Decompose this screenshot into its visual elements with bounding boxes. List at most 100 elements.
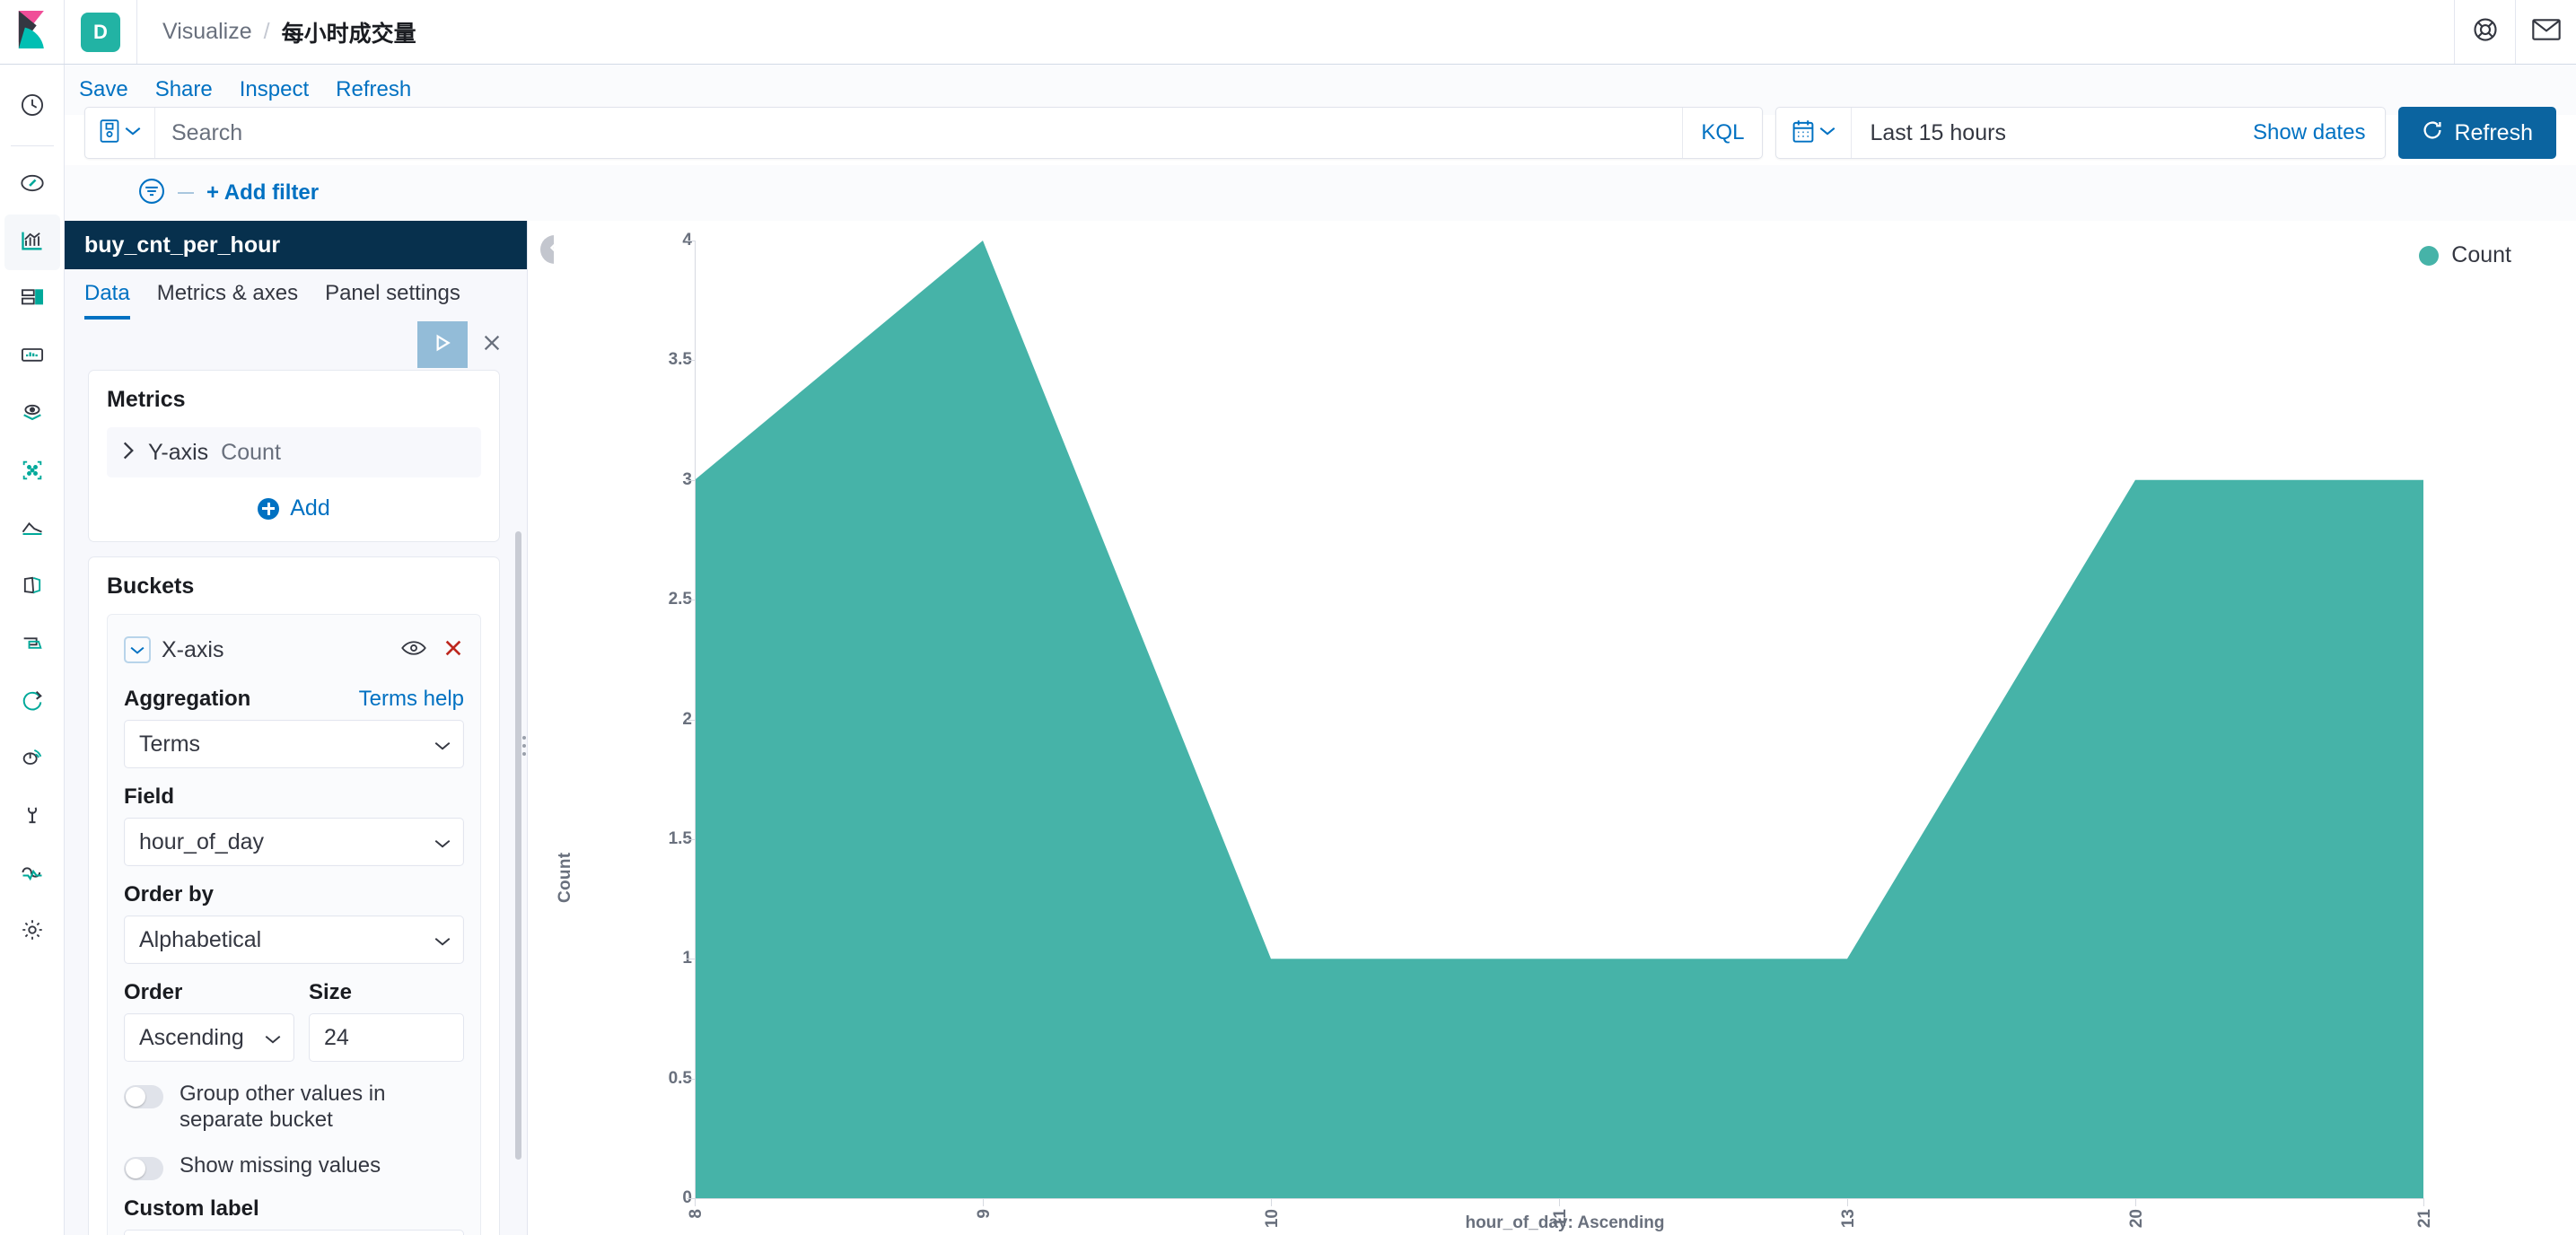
metric-row-y-axis[interactable]: Y-axis Count	[107, 427, 481, 477]
x-tick-mark	[983, 1198, 984, 1206]
life-ring-icon	[2472, 16, 2499, 48]
plus-circle-icon	[258, 497, 280, 520]
aggregation-label: Aggregation	[124, 687, 251, 711]
metric-label: Y-axis	[148, 439, 209, 465]
chevron-down-icon	[125, 125, 141, 141]
rail-item-dev-tools[interactable]	[4, 789, 60, 845]
eye-icon[interactable]	[401, 639, 426, 661]
kibana-logo-icon	[15, 11, 49, 53]
y-tick-mark	[687, 1198, 695, 1199]
inspect-link[interactable]: Inspect	[240, 77, 309, 102]
breadcrumb-visualize[interactable]: Visualize	[162, 19, 252, 45]
discover-compass-icon	[20, 171, 45, 200]
editor-scrollbar[interactable]	[515, 531, 521, 1160]
chevron-down-icon	[434, 927, 451, 953]
chevron-right-icon	[121, 442, 136, 464]
rail-item-logs[interactable]	[4, 559, 60, 615]
saved-query-button[interactable]	[85, 108, 155, 158]
bucket-collapse-toggle[interactable]	[124, 636, 151, 663]
group-other-values-toggle[interactable]	[124, 1085, 163, 1108]
date-quick-select-button[interactable]	[1776, 108, 1853, 158]
close-icon	[481, 332, 503, 358]
date-picker: Last 15 hours Show dates	[1775, 107, 2387, 159]
rail-item-apm[interactable]	[4, 617, 60, 672]
tab-panel-settings[interactable]: Panel settings	[325, 281, 460, 320]
visualize-chart-icon	[20, 228, 45, 258]
rail-item-canvas[interactable]	[4, 329, 60, 385]
bucket-label: X-axis	[162, 636, 224, 662]
rail-item-recently-viewed[interactable]	[4, 79, 60, 135]
apply-changes-button[interactable]	[417, 321, 468, 368]
y-tick-mark	[687, 838, 695, 840]
field-label: Field	[124, 784, 175, 809]
rail-item-infrastructure[interactable]	[4, 502, 60, 557]
rail-item-maps[interactable]	[4, 387, 60, 442]
buckets-panel: Buckets X-axis Aggregation Terms help Te…	[88, 556, 500, 1235]
custom-label-input[interactable]	[124, 1229, 464, 1235]
editor-scroll-region: Metrics Y-axis Count Add Buckets X-axis …	[65, 370, 527, 1235]
drag-handle-icon[interactable]	[522, 736, 526, 756]
play-icon	[432, 332, 453, 358]
bucket-header-actions	[401, 637, 464, 663]
rail-item-discover[interactable]	[4, 157, 60, 213]
metrics-panel: Metrics Y-axis Count Add	[88, 370, 500, 542]
refresh-button[interactable]: Refresh	[2398, 107, 2556, 159]
newsfeed-button[interactable]	[2515, 0, 2576, 64]
date-range-value[interactable]: Last 15 hours	[1852, 108, 2233, 158]
discard-changes-button[interactable]	[471, 321, 513, 368]
tab-data[interactable]: Data	[84, 281, 130, 320]
x-tick-mark	[2423, 1198, 2424, 1206]
dev-tools-wrench-icon	[20, 802, 45, 832]
query-language-button[interactable]: KQL	[1682, 108, 1762, 158]
calendar-icon	[1792, 119, 1814, 147]
rail-item-visualize[interactable]	[4, 215, 60, 270]
aggregation-select[interactable]: Terms	[124, 720, 464, 768]
mail-icon	[2531, 18, 2561, 46]
add-filter-button[interactable]: + Add filter	[206, 180, 319, 206]
monitoring-heartbeat-icon	[20, 860, 45, 889]
rail-item-machine-learning[interactable]	[4, 444, 60, 500]
editor-title: buy_cnt_per_hour	[65, 221, 527, 269]
search-input[interactable]	[155, 108, 1683, 158]
rail-item-uptime[interactable]	[4, 674, 60, 730]
x-tick-mark	[1271, 1198, 1272, 1206]
save-link[interactable]: Save	[79, 77, 128, 102]
recently-viewed-clock-icon	[20, 92, 45, 122]
x-tick-mark	[1847, 1198, 1848, 1206]
size-input[interactable]: 24	[309, 1013, 464, 1062]
chevron-down-icon	[434, 731, 451, 758]
rail-item-monitoring[interactable]	[4, 846, 60, 902]
terms-help-link[interactable]: Terms help	[359, 687, 464, 712]
group-other-values-row: Group other values in separate bucket	[124, 1082, 464, 1134]
y-tick-mark	[687, 479, 695, 481]
show-dates-button[interactable]: Show dates	[2233, 108, 2385, 158]
apm-icon	[20, 630, 45, 660]
order-by-select[interactable]: Alphabetical	[124, 915, 464, 964]
field-select[interactable]: hour_of_day	[124, 818, 464, 866]
order-size-controls: Ascending 24	[124, 1013, 464, 1062]
uptime-icon	[20, 688, 45, 717]
show-missing-values-toggle[interactable]	[124, 1156, 163, 1180]
close-red-icon[interactable]	[442, 637, 464, 663]
refresh-link[interactable]: Refresh	[336, 77, 411, 102]
kibana-home-button[interactable]	[0, 0, 65, 64]
order-select[interactable]: Ascending	[124, 1013, 294, 1062]
metric-value: Count	[221, 439, 281, 465]
rail-item-management[interactable]	[4, 904, 60, 959]
refresh-icon	[2422, 119, 2443, 147]
tab-metrics-and-axes[interactable]: Metrics & axes	[157, 281, 298, 320]
y-tick-mark	[687, 1078, 695, 1080]
filter-icon[interactable]	[138, 178, 165, 209]
help-button[interactable]	[2454, 0, 2515, 64]
dashboard-icon	[20, 285, 45, 315]
add-metric-button[interactable]: Add	[107, 495, 481, 521]
share-link[interactable]: Share	[155, 77, 213, 102]
rail-item-siem[interactable]	[4, 731, 60, 787]
infrastructure-icon	[20, 515, 45, 545]
visualization-editor-sidebar: buy_cnt_per_hour Data Metrics & axes Pan…	[65, 221, 528, 1235]
y-axis-line	[695, 241, 696, 1198]
breadcrumb: Visualize / 每小时成交量	[137, 16, 416, 48]
space-selector[interactable]: D	[65, 0, 137, 64]
rail-item-dashboard[interactable]	[4, 272, 60, 328]
machine-learning-icon	[20, 458, 45, 487]
